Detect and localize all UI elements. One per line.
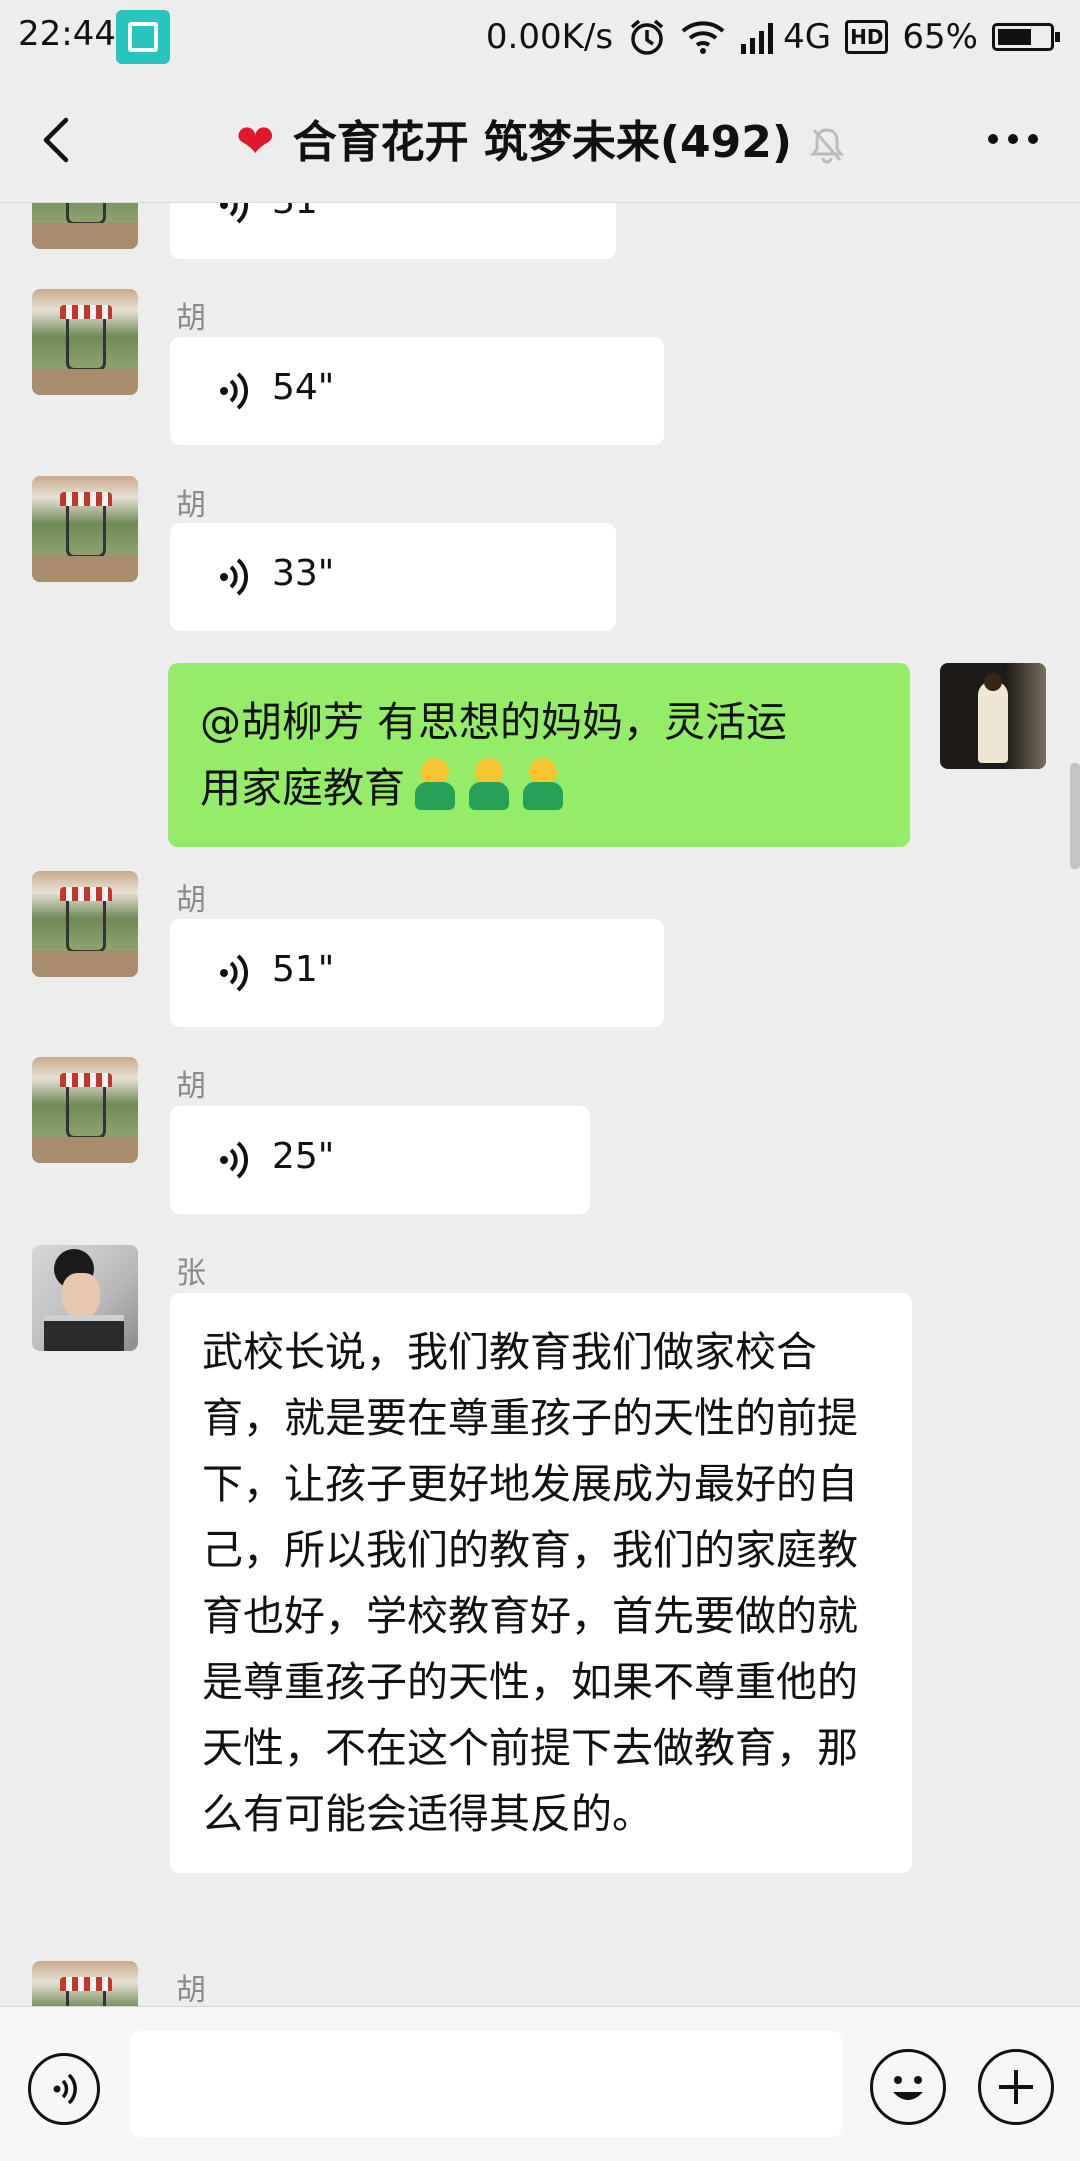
voice-duration: 33" — [272, 553, 335, 594]
avatar[interactable] — [32, 871, 138, 977]
chat-title: ❤ 合育花开 筑梦未来(492) — [0, 106, 1080, 170]
voice-duration: 54" — [272, 367, 335, 408]
avatar[interactable] — [32, 289, 138, 395]
voice-bubble[interactable]: 25" — [170, 1106, 590, 1214]
voice-icon — [220, 954, 249, 992]
status-right: 0.00K/s 4G HD 65% — [485, 12, 1060, 62]
voice-duration: 31" — [272, 203, 334, 222]
avatar[interactable] — [32, 1245, 138, 1351]
voice-bubble[interactable]: 51" — [170, 919, 664, 1027]
voice-icon — [220, 1141, 249, 1179]
message-line: @胡柳芳 有思想的妈妈，灵活运 — [200, 698, 788, 746]
voice-bubble[interactable]: 33" — [170, 523, 616, 631]
battery-percent: 65% — [902, 17, 978, 57]
wifi-icon — [681, 21, 725, 54]
text-bubble[interactable]: 武校长说，我们教育我们做家校合育，就是要在尊重孩子的天性的前提下，让孩子更好地发… — [170, 1293, 912, 1873]
voice-duration: 25" — [272, 1136, 335, 1177]
message-input[interactable] — [130, 2031, 842, 2137]
voice-icon — [220, 372, 249, 410]
avatar-self[interactable] — [940, 663, 1046, 769]
battery-icon — [992, 23, 1060, 51]
message-text: 武校长说，我们教育我们做家校合育，就是要在尊重孩子的天性的前提下，让孩子更好地发… — [202, 1328, 858, 1838]
heart-icon: ❤ — [236, 114, 275, 168]
message-list[interactable]: 31" 胡柳芳 54" 胡柳芳 33" @胡柳芳 有思想的妈妈，灵活运 用家庭教… — [0, 203, 1080, 2006]
more-icon[interactable] — [986, 132, 1040, 146]
group-name: 合育花开 筑梦未来(492) — [292, 117, 792, 168]
plus-icon — [999, 2070, 1033, 2104]
chat-header: ❤ 合育花开 筑梦未来(492) — [0, 76, 1080, 203]
bell-off-icon — [809, 128, 844, 164]
voice-bubble[interactable]: 54" — [170, 337, 664, 445]
battery-fill — [998, 29, 1031, 45]
voice-icon — [220, 203, 249, 224]
status-bar: 22:44 0.00K/s 4G HD 65% — [0, 0, 1080, 76]
text-bubble-self[interactable]: @胡柳芳 有思想的妈妈，灵活运 用家庭教育 — [168, 663, 910, 847]
input-bar — [0, 2006, 1080, 2161]
avatar[interactable] — [32, 1961, 138, 2006]
plus-button[interactable] — [978, 2049, 1054, 2125]
hd-badge: HD — [845, 20, 889, 54]
message-line: 用家庭教育 — [200, 755, 878, 821]
sender-name: 胡柳芳 — [176, 1973, 206, 2006]
emoji-icon — [519, 756, 567, 812]
network-type: 4G — [783, 17, 832, 57]
signal-icon — [741, 23, 774, 54]
voice-bubble[interactable]: 31" — [170, 203, 616, 259]
screenshot-notification-icon — [116, 10, 170, 64]
message-text: 用家庭教育 — [200, 764, 405, 812]
avatar[interactable] — [32, 1057, 138, 1163]
avatar[interactable] — [32, 203, 138, 249]
voice-duration: 51" — [272, 949, 335, 990]
emoji-button[interactable] — [870, 2049, 946, 2125]
alarm-icon — [630, 19, 664, 55]
voice-icon — [220, 558, 249, 596]
voice-icon — [53, 2073, 77, 2105]
emoji-icon — [465, 756, 513, 812]
network-speed: 0.00K/s — [485, 17, 614, 57]
avatar[interactable] — [32, 476, 138, 582]
voice-input-button[interactable] — [28, 2053, 100, 2125]
scrollbar-thumb[interactable] — [1070, 763, 1080, 869]
status-time: 22:44 — [18, 14, 116, 54]
smile-icon — [893, 2076, 923, 2100]
emoji-icon — [411, 756, 459, 812]
